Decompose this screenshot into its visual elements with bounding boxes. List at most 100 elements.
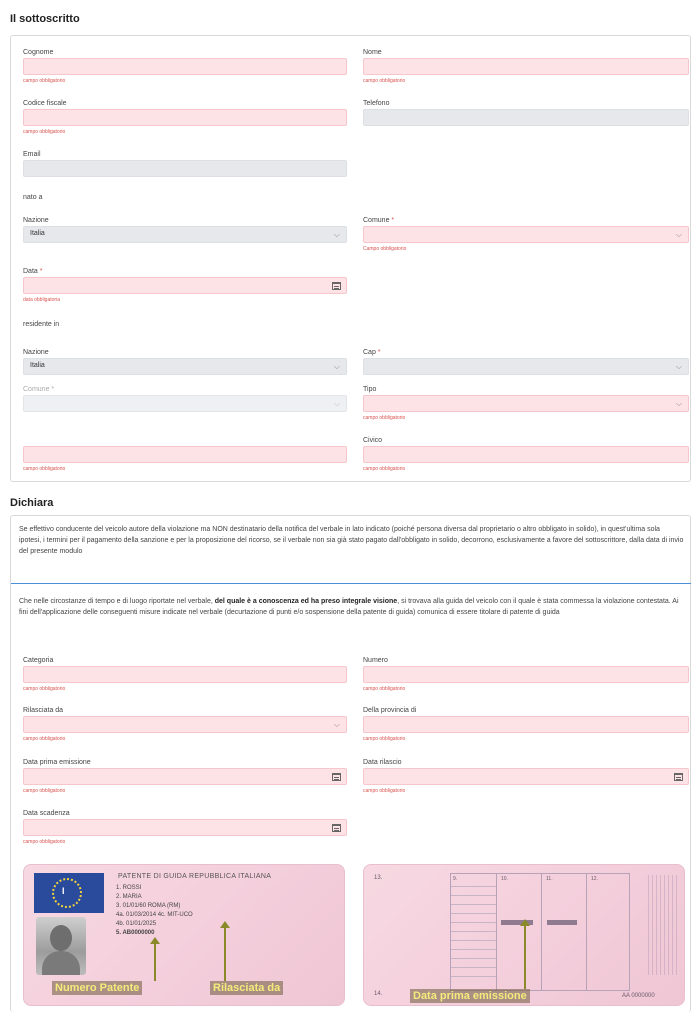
res-civico-error: campo obbligatorio [363,466,406,472]
numero-field: Numero campo obbligatorio [363,656,689,693]
data-prima-field: Data prima emissione campo obbligatorio [23,758,347,795]
email-input[interactable] [23,160,347,177]
numero-input[interactable] [363,666,689,683]
grid-date-mark [547,920,577,925]
numero-label: Numero [363,657,388,664]
chevron-down-icon: ⌵ [333,230,340,239]
data-scadenza-input[interactable] [23,819,347,836]
codice-fiscale-error: campo obbligatorio [23,129,66,135]
nascita-nazione-value: Italia [30,230,45,237]
grid-row [451,913,496,914]
categoria-label: Categoria [23,657,54,664]
back-num-14: 14. [374,991,383,997]
license-line-6: 5. AB0000000 [116,930,155,936]
telefono-label: Telefono [363,100,390,107]
sottoscritto-panel: Cognome campo obbligatorio Nome campo ob… [10,35,691,482]
data-rilascio-input[interactable] [363,768,689,785]
grid-row [451,922,496,923]
nascita-comune-error: Campo obbligatorio [363,246,407,252]
data-rilascio-label: Data rilascio [363,759,402,766]
license-categories-grid: 9. 10. 11. 12. [450,873,630,991]
res-tipo-select[interactable]: ⌵ [363,395,689,412]
license-header: PATENTE DI GUIDA REPUBBLICA ITALIANA [118,873,272,880]
dichiara-option-conducente[interactable]: Se effettivo conducente del veicolo auto… [11,516,691,565]
nascita-nazione-select[interactable]: Italia ⌵ [23,226,347,243]
res-nazione-value: Italia [30,362,45,369]
license-line-2: 2. MARIA [116,894,142,900]
data-scadenza-error: campo obbligatorio [23,839,66,845]
section-title-dichiara: Dichiara [10,497,54,509]
eu-stars-icon [52,878,82,908]
res-nazione-select[interactable]: Italia ⌵ [23,358,347,375]
callout-numero-patente: Numero Patente [52,981,143,995]
calendar-icon[interactable] [674,773,683,781]
res-cap-label: Cap * [363,349,381,356]
provincia-input[interactable] [363,716,689,733]
cognome-label: Cognome [23,49,54,56]
grid-row [451,949,496,950]
arrow-up-icon [150,937,160,981]
chevron-down-icon: ⌵ [333,362,340,371]
provincia-field: Della provincia di campo obbligatorio [363,706,689,743]
data-rilascio-field: Data rilascio campo obbligatorio [363,758,689,795]
grid-row [451,895,496,896]
res-indirizzo-input[interactable] [23,446,347,463]
data-scadenza-label: Data scadenza [23,810,70,817]
cognome-error: campo obbligatorio [23,78,66,84]
res-nazione-field: Nazione Italia ⌵ [23,348,347,375]
data-prima-label: Data prima emissione [23,759,91,766]
res-cap-select[interactable]: ⌵ [363,358,689,375]
telefono-field: Telefono [363,99,689,126]
license-serial: AA 0000000 [622,993,655,999]
license-line-5: 4b. 01/01/2025 [116,921,157,927]
license-line-3: 3. 01/01/60 ROMA (RM) [116,903,181,909]
residente-in-label: residente in [23,321,60,328]
nome-input[interactable] [363,58,689,75]
option-divider [11,583,691,584]
calendar-icon[interactable] [332,282,341,290]
res-civico-field: Civico campo obbligatorio [363,436,689,473]
calendar-icon[interactable] [332,773,341,781]
email-label: Email [23,151,41,158]
grid-row [451,904,496,905]
telefono-input[interactable] [363,109,689,126]
license-back-image: 13. 14. 9. 10. 11. 12. Data prima emissi… [363,864,685,1006]
nascita-comune-select[interactable]: ⌵ [363,226,689,243]
categoria-error: campo obbligatorio [23,686,66,692]
provincia-label: Della provincia di [363,707,417,714]
rilasciata-da-error: campo obbligatorio [23,736,66,742]
categoria-input[interactable] [23,666,347,683]
dichiara-option-guida[interactable]: Che nelle circostanze di tempo e di luog… [11,588,691,626]
grid-header-12: 12. [591,876,598,882]
data-rilascio-error: campo obbligatorio [363,788,406,794]
res-tipo-label: Tipo [363,386,377,393]
nascita-data-label: Data * [23,268,43,275]
data-prima-input[interactable] [23,768,347,785]
codice-fiscale-input[interactable] [23,109,347,126]
license-line-1: 1. ROSSI [116,885,142,891]
res-civico-input[interactable] [363,446,689,463]
rilasciata-da-label: Rilasciata da [23,707,64,714]
nascita-data-input[interactable] [23,277,347,294]
rilasciata-da-field: Rilasciata da ⌵ campo obbligatorio [23,706,347,743]
res-civico-label: Civico [363,437,383,444]
nato-a-label: nato a [23,194,43,201]
grid-header-9: 9. [453,876,458,882]
back-num-13: 13. [374,875,383,881]
grid-col [541,874,542,990]
arrow-up-icon [220,921,230,981]
nascita-comune-label: Comune * [363,217,395,224]
chevron-down-icon: ⌵ [675,399,682,408]
grid-row [451,886,496,887]
nome-field: Nome campo obbligatorio [363,48,689,85]
license-back-legal-text [648,875,678,975]
calendar-icon[interactable] [332,824,341,832]
cognome-input[interactable] [23,58,347,75]
grid-row [451,958,496,959]
rilasciata-da-select[interactable]: ⌵ [23,716,347,733]
codice-fiscale-label: Codice fiscale [23,100,67,107]
grid-header-11: 11. [546,876,553,882]
res-comune-select[interactable]: ⌵ [23,395,347,412]
grid-row [451,940,496,941]
eu-country-letter: I [62,886,65,896]
